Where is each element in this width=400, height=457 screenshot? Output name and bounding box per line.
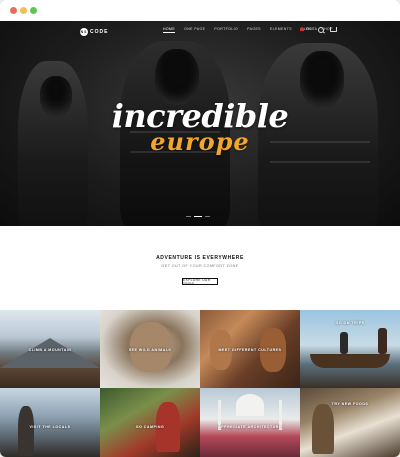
language-label: EN ITA	[306, 27, 318, 31]
flag-icon	[300, 27, 304, 31]
animal-shape	[130, 322, 172, 372]
person-shape	[378, 328, 387, 354]
nav-item-portfolio[interactable]: PORTFOLIO	[214, 27, 238, 33]
minimize-window-button[interactable]	[20, 7, 27, 14]
statue-detail	[270, 161, 370, 163]
language-switcher[interactable]: EN ITA	[300, 27, 317, 31]
hero-subheadline: europe	[150, 127, 250, 156]
tile-visit-locals[interactable]: VISIT THE LOCALS	[0, 388, 100, 457]
slider-dot-active[interactable]	[194, 216, 202, 217]
tile-appreciate-architecture[interactable]: APPRECIATE ARCHITECTURE	[200, 388, 300, 457]
tile-try-new-foods[interactable]: TRY NEW FOODS	[300, 388, 400, 457]
dome-shape	[236, 394, 264, 416]
tile-label: CLIMB A MOUNTAIN	[28, 348, 72, 352]
search-icon[interactable]	[318, 27, 324, 33]
tile-label: APPRECIATE ARCHITECTURE	[218, 425, 282, 429]
explore-trips-button[interactable]: EXPLORE OUR TRIPS	[182, 278, 218, 286]
close-window-button[interactable]	[10, 7, 17, 14]
intro-section: ADVENTURE IS EVERYWHERE GET OUT OF YOUR …	[0, 226, 400, 310]
window-titlebar	[0, 0, 400, 22]
tile-label: MEET DIFFERENT CULTURES	[218, 348, 282, 352]
mountain-shape	[0, 338, 100, 368]
slider-pagination	[186, 216, 210, 217]
tile-label: GO ON TRIPS	[335, 321, 365, 325]
tile-go-camping[interactable]: GO CAMPING	[100, 388, 200, 457]
tile-label: TRY NEW FOODS	[331, 402, 369, 406]
activity-grid: CLIMB A MOUNTAIN SEE WILD ANIMALS MEET D…	[0, 310, 400, 457]
nav-item-elements[interactable]: ELEMENTS	[270, 27, 292, 33]
tile-climb-mountain[interactable]: CLIMB A MOUNTAIN	[0, 310, 100, 388]
nav-item-pages[interactable]: PAGES	[247, 27, 261, 33]
person-shape	[18, 406, 34, 456]
cart-icon[interactable]	[330, 27, 337, 32]
nav-item-one-page[interactable]: ONE PAGE	[184, 27, 205, 33]
slider-dot[interactable]	[186, 216, 191, 217]
tile-label: GO CAMPING	[135, 425, 165, 429]
maximize-window-button[interactable]	[30, 7, 37, 14]
site-logo[interactable]: NS CODE	[80, 27, 108, 37]
tile-see-wild-animals[interactable]: SEE WILD ANIMALS	[100, 310, 200, 388]
tile-go-on-trips[interactable]: GO ON TRIPS	[300, 310, 400, 388]
nav-item-home[interactable]: HOME	[163, 27, 176, 33]
browser-window: NS CODE HOME ONE PAGE PORTFOLIO PAGES EL…	[0, 0, 400, 457]
tile-label: SEE WILD ANIMALS	[128, 348, 172, 352]
section-title: ADVENTURE IS EVERYWHERE	[156, 255, 244, 261]
section-subtitle: GET OUT OF YOUR COMFORT ZONE	[161, 264, 239, 268]
person-shape	[312, 404, 334, 454]
logo-text: CODE	[90, 29, 109, 35]
slider-dot[interactable]	[205, 216, 210, 217]
tile-label: VISIT THE LOCALS	[29, 425, 71, 429]
hero-banner: NS CODE HOME ONE PAGE PORTFOLIO PAGES EL…	[0, 21, 400, 226]
boat-shape	[310, 354, 390, 368]
logo-badge: NS	[80, 28, 88, 36]
person-shape	[340, 332, 348, 354]
tile-meet-cultures[interactable]: MEET DIFFERENT CULTURES	[200, 310, 300, 388]
